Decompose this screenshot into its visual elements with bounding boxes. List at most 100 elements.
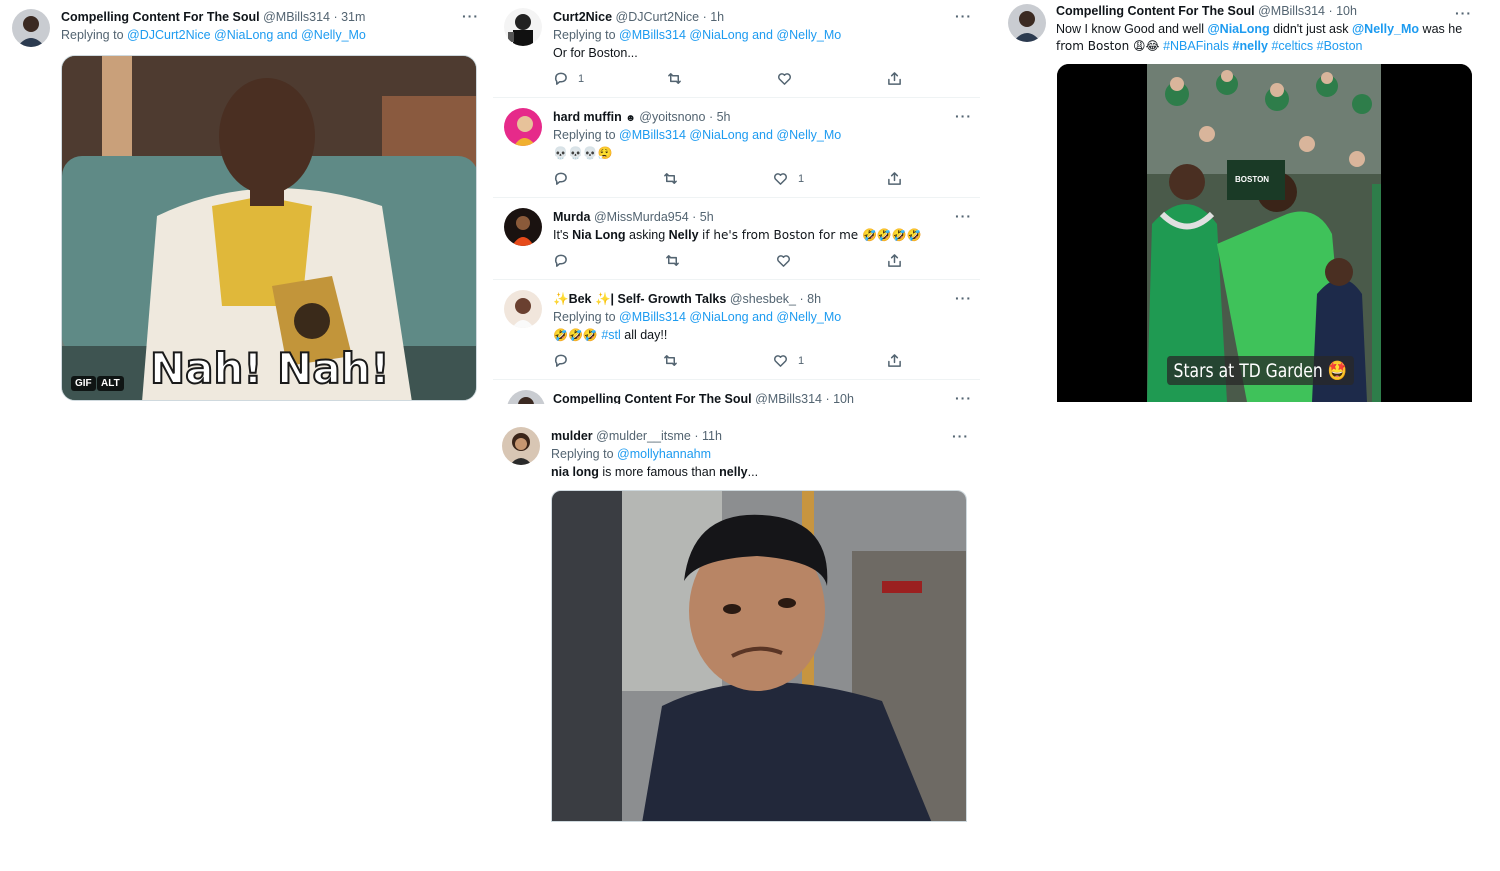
author-handle[interactable]: @MissMurda954 [594,210,689,224]
tweet-time[interactable]: · 8h [800,292,822,306]
reply-count: 1 [578,72,585,85]
video-caption: Stars at TD Garden 🤩 [1167,356,1354,385]
avatar[interactable] [502,427,540,465]
tweet-curt2nice[interactable]: Curt2Nice @DJCurt2Nice · 1h ··· Replying… [493,0,980,98]
author-handle[interactable]: @MBills314 [755,392,822,404]
retweet-button[interactable] [663,171,688,186]
reply-icon [554,254,567,267]
mention-link[interactable]: @Nelly_Mo [1352,22,1419,36]
tweet-murda[interactable]: Murda @MissMurda954 · 5h ··· It's Nia Lo… [493,198,980,280]
share-button[interactable] [887,253,902,268]
author-handle[interactable]: @yoitsnono [639,110,705,124]
more-icon[interactable]: ··· [952,429,969,443]
text-part: 🤣🤣🤣 [553,328,598,342]
reply-button[interactable] [553,253,578,268]
retweet-button[interactable] [665,253,690,268]
like-button[interactable] [776,253,801,268]
text-part: is more famous than [602,465,716,479]
tweet-hard-muffin[interactable]: hard muffin ☻ @yoitsnono · 5h ··· Replyi… [493,98,980,198]
author-name[interactable]: hard muffin [553,110,622,124]
hashtag-link[interactable]: #Boston [1317,39,1363,53]
like-icon [774,355,787,367]
like-icon [777,255,790,267]
author-name[interactable]: Compelling Content For The Soul [61,10,260,24]
gif-media[interactable] [551,490,967,822]
text-part: It's [553,228,569,242]
text-bold: Nia Long [572,228,626,242]
hashtag-link[interactable]: #celtics [1271,39,1313,53]
avatar[interactable] [504,208,542,246]
tweet-cutoff[interactable]: Compelling Content For The Soul @MBills3… [493,380,980,404]
reply-targets[interactable]: @mollyhannahm [617,447,711,461]
alt-badge[interactable]: ALT [97,376,124,391]
like-button[interactable]: 1 [773,171,804,186]
hashtag-link[interactable]: #NBAFinals [1163,39,1229,53]
retweet-button[interactable] [667,71,692,86]
more-icon[interactable]: ··· [462,9,479,23]
more-icon[interactable]: ··· [955,209,972,223]
video-media[interactable]: BOSTON Stars at TD Garden 🤩 [1057,64,1472,402]
author-name[interactable]: Compelling Content For The Soul [553,392,752,404]
gif-media[interactable]: Nah! Nah! GIF ALT [61,55,477,401]
more-icon[interactable]: ··· [1455,6,1472,20]
author-handle[interactable]: @DJCurt2Nice [616,10,700,24]
share-icon [888,172,901,185]
reply-button[interactable] [553,353,578,368]
like-button[interactable]: 1 [773,353,804,368]
hashtag-link[interactable]: #stl [601,328,620,342]
author-handle[interactable]: @mulder__itsme [596,429,691,443]
tweet-text: Or for Boston... [553,46,638,60]
reply-targets[interactable]: @MBills314 @NiaLong and @Nelly_Mo [619,310,841,324]
share-button[interactable] [887,171,902,186]
reply-targets[interactable]: @MBills314 @NiaLong and @Nelly_Mo [619,28,841,42]
author-handle[interactable]: @shesbek_ [730,292,796,306]
reply-button[interactable]: 1 [553,71,584,86]
author-handle[interactable]: @MBills314 [1258,4,1325,18]
author-name[interactable]: ✨Bek ✨| Self- Growth Talks [553,292,726,306]
avatar[interactable] [507,390,545,404]
tweet-text: 💀💀💀😮‍💨 [553,146,613,160]
hashtag-link[interactable]: #nelly [1233,39,1268,53]
more-icon[interactable]: ··· [955,291,972,305]
replying-label: Replying to [553,310,616,324]
tweet-time[interactable]: · 10h [1328,4,1357,18]
author-name[interactable]: Compelling Content For The Soul [1056,4,1255,18]
tweet-text: It's Nia Long asking Nelly if he's from … [553,226,922,244]
share-icon [888,72,901,85]
tweet-mulder[interactable]: mulder @mulder__itsme · 11h ··· Replying… [493,418,980,828]
replying-label: Replying to [553,28,616,42]
tweet-time[interactable]: · 31m [333,10,365,24]
tweet-time[interactable]: · 10h [825,392,854,404]
author-name[interactable]: Curt2Nice [553,10,612,24]
tweet-time[interactable]: · 1h [703,10,725,24]
right-tweet[interactable]: Compelling Content For The Soul @MBills3… [995,0,1500,410]
avatar[interactable] [12,9,50,47]
author-name[interactable]: mulder [551,429,593,443]
like-button[interactable] [777,71,802,86]
more-icon[interactable]: ··· [955,9,972,23]
share-button[interactable] [887,353,902,368]
tweet-time[interactable]: · 11h [694,429,722,443]
more-icon[interactable]: ··· [955,109,972,123]
avatar[interactable] [504,108,542,146]
author-handle[interactable]: @MBills314 [263,10,330,24]
author-name[interactable]: Murda [553,210,591,224]
tweet-time[interactable]: · 5h [692,210,714,224]
like-icon [774,173,787,185]
avatar[interactable] [504,8,542,46]
left-tweet[interactable]: Compelling Content For The Soul @MBills3… [0,0,490,410]
retweet-button[interactable] [663,353,688,368]
avatar[interactable] [504,290,542,328]
text-bold: Nelly [668,228,699,242]
text-part: Now I know Good and well [1056,22,1204,36]
reply-targets[interactable]: @MBills314 @NiaLong and @Nelly_Mo [619,128,841,142]
reply-button[interactable] [553,171,578,186]
more-icon[interactable]: ··· [955,391,972,404]
retweet-icon [668,73,681,84]
avatar[interactable] [1008,4,1046,42]
tweet-time[interactable]: · 5h [709,110,731,124]
share-button[interactable] [887,71,902,86]
reply-targets[interactable]: @DJCurt2Nice @NiaLong and @Nelly_Mo [127,28,366,42]
mention-link[interactable]: @NiaLong [1207,22,1269,36]
tweet-bek[interactable]: ✨Bek ✨| Self- Growth Talks @shesbek_ · 8… [493,280,980,380]
